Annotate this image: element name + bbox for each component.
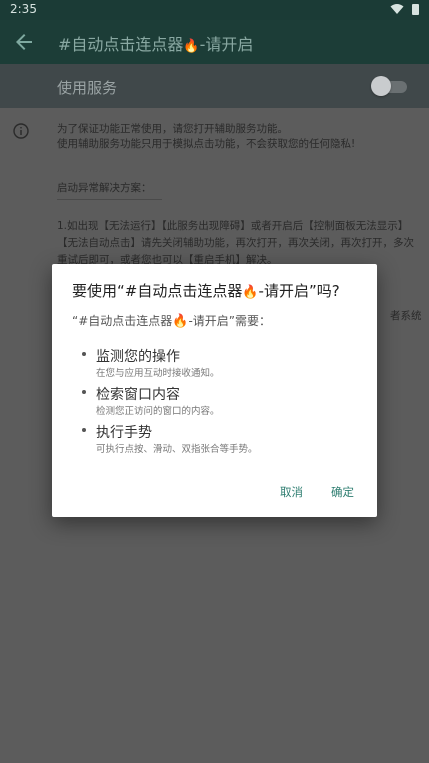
dialog-title-suffix: -请开启”吗? bbox=[258, 282, 340, 300]
app-bar: #自动点击连点器🔥-请开启 bbox=[0, 20, 429, 64]
trouble-text-cont: 者系统 bbox=[390, 310, 422, 322]
permission-title: 检索窗口内容 bbox=[96, 387, 180, 403]
dialog-subtitle: “#自动点击连点器🔥-请开启”需要： bbox=[72, 312, 271, 329]
dialog-title-prefix: 要使用“#自动点击连点器 bbox=[72, 282, 243, 300]
status-icons bbox=[390, 3, 419, 15]
permission-desc: 可执行点按、滑动、双指张合等手势。 bbox=[96, 444, 258, 455]
service-toggle-row[interactable]: 使用服务 bbox=[0, 64, 429, 108]
fire-icon: 🔥 bbox=[183, 39, 200, 54]
battery-icon bbox=[412, 3, 419, 15]
confirm-button[interactable]: 确定 bbox=[331, 484, 354, 500]
permission-dialog: 要使用“#自动点击连点器🔥-请开启”吗? “#自动点击连点器🔥-请开启”需要： … bbox=[52, 264, 377, 517]
fire-icon: 🔥 bbox=[242, 285, 259, 300]
trouble-text: 1.如出现【无法运行】【此服务出现障碍】或者开启后【控制面板无法显示】【无法自动… bbox=[57, 220, 414, 266]
service-label: 使用服务 bbox=[57, 79, 118, 97]
dialog-title: 要使用“#自动点击连点器🔥-请开启”吗? bbox=[72, 280, 340, 301]
bullet-icon bbox=[82, 352, 86, 356]
trouble-title: 启动异常解决方案： bbox=[57, 180, 162, 200]
arrow-back-icon[interactable] bbox=[12, 30, 36, 54]
dialog-subtitle-suffix: -请开启”需要： bbox=[188, 314, 272, 328]
title-suffix: -请开启 bbox=[199, 35, 254, 54]
status-time: 2:35 bbox=[10, 2, 37, 16]
status-bar: 2:35 bbox=[0, 0, 429, 20]
page-title: #自动点击连点器🔥-请开启 bbox=[58, 31, 253, 55]
dialog-subtitle-prefix: “#自动点击连点器 bbox=[72, 314, 173, 328]
fire-icon: 🔥 bbox=[172, 314, 189, 329]
info-icon bbox=[13, 123, 29, 139]
note-line-2: 使用辅助服务功能只用于模拟点击功能，不会获取您的任何隐私! bbox=[57, 138, 356, 150]
bullet-icon bbox=[82, 390, 86, 394]
bullet-icon bbox=[82, 428, 86, 432]
wifi-icon bbox=[390, 4, 404, 14]
note-line-1: 为了保证功能正常使用，请您打开辅助服务功能。 bbox=[57, 123, 288, 135]
permission-desc: 检测您正访问的窗口的内容。 bbox=[96, 406, 220, 417]
permission-title: 监测您的操作 bbox=[96, 349, 180, 365]
service-toggle-thumb[interactable] bbox=[371, 76, 391, 96]
title-text: #自动点击连点器 bbox=[58, 35, 184, 54]
info-note: 为了保证功能正常使用，请您打开辅助服务功能。 使用辅助服务功能只用于模拟点击功能… bbox=[57, 122, 402, 152]
cancel-button[interactable]: 取消 bbox=[280, 484, 303, 500]
permission-title: 执行手势 bbox=[96, 425, 152, 441]
permission-desc: 在您与应用互动时接收通知。 bbox=[96, 368, 220, 379]
